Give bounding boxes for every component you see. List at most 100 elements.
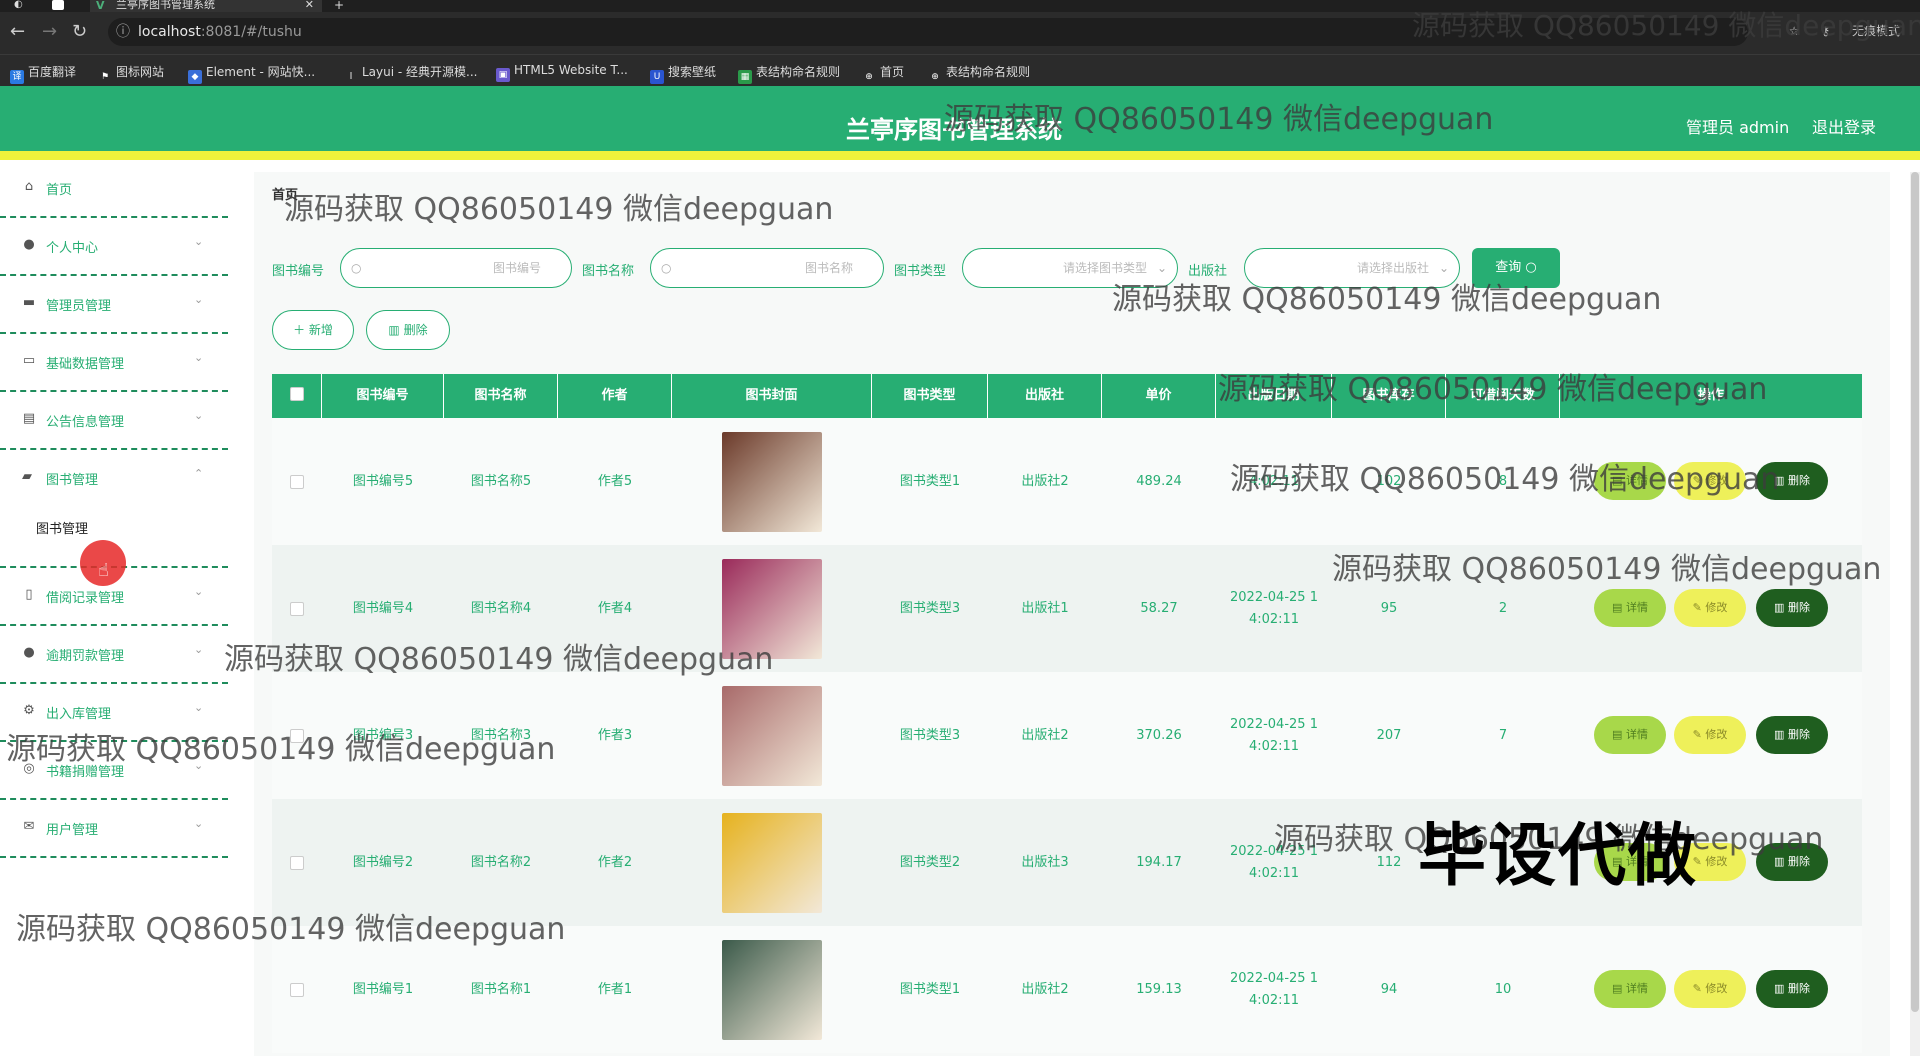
- cell-price: 159.13: [1136, 981, 1182, 997]
- sidebar-item-basic-data[interactable]: ▭ 基础数据管理 ⌄: [0, 334, 228, 392]
- bookmark-item[interactable]: ⊕ 表结构命名规则: [928, 63, 1030, 84]
- row-delete-button[interactable]: ▥ 删除: [1756, 589, 1828, 627]
- settings-icon: ⚙: [23, 703, 35, 718]
- edit-icon: ✎: [1692, 982, 1702, 995]
- forward-icon[interactable]: →: [42, 22, 57, 42]
- doc-icon: ▤: [1612, 601, 1623, 614]
- sidebar-item-notice[interactable]: ▤ 公告信息管理 ⌄: [0, 392, 228, 450]
- bookmark-item[interactable]: ⊕ 首页: [862, 63, 904, 84]
- bookmark-item[interactable]: ▦ 表结构命名规则: [738, 63, 840, 84]
- cell-cover: [672, 926, 872, 1053]
- watermark-text: 源码获取 QQ86050149 微信deepguan: [284, 192, 834, 227]
- layui-icon: ⅼ: [349, 72, 353, 82]
- cell-author: 作者1: [597, 981, 633, 997]
- cell-author: 作者2: [597, 854, 633, 870]
- sidebar-item-profile[interactable]: ● 个人中心 ⌄: [0, 218, 228, 276]
- translate-icon: 译: [10, 70, 24, 84]
- bookmark-item[interactable]: ⅼ Layui - 经典开源模...: [344, 63, 478, 84]
- chevron-down-icon: ⌄: [194, 585, 204, 598]
- tab-title: 兰亭序图书管理系统: [116, 0, 215, 11]
- browser-menu-icon[interactable]: ◐: [14, 0, 26, 10]
- doc-icon: ▤: [1612, 982, 1623, 995]
- row-delete-button[interactable]: ▥ 删除: [1756, 970, 1828, 1008]
- cell-book-name: 图书名称5: [470, 473, 532, 489]
- add-button[interactable]: ＋ 新增: [272, 310, 354, 350]
- cell-book-no: 图书编号5: [352, 473, 414, 489]
- cell-price: 489.24: [1136, 473, 1182, 489]
- detail-button[interactable]: ▤ 详情: [1594, 970, 1666, 1008]
- watermark-text: 源码获取 QQ86050149 微信deepguan: [1412, 9, 1920, 42]
- watermark-text: 源码获取 QQ86050149 微信deepguan: [6, 732, 556, 767]
- element-icon: ◆: [188, 70, 202, 84]
- cell-type: 图书类型2: [899, 854, 961, 870]
- close-tab-icon[interactable]: ✕: [305, 0, 314, 10]
- cell-author: 作者5: [597, 473, 633, 489]
- trash-icon: ▥: [1774, 728, 1785, 741]
- new-tab-button[interactable]: +: [334, 0, 344, 11]
- cell-cover: [672, 799, 872, 926]
- sidebar-item-home[interactable]: ⌂ 首页: [0, 160, 228, 218]
- watermark-text: 源码获取 QQ86050149 微信deepguan: [1332, 552, 1882, 587]
- cell-type: 图书类型1: [899, 473, 961, 489]
- sidebar-item-admin[interactable]: ▬ 管理员管理 ⌄: [0, 276, 228, 334]
- book-cover-image: [722, 685, 822, 786]
- select-all-checkbox[interactable]: [272, 374, 322, 418]
- chevron-down-icon: ⌄: [194, 701, 204, 714]
- trash-icon: ▥: [388, 323, 400, 337]
- row-delete-button[interactable]: ▥ 删除: [1756, 716, 1828, 754]
- book-type-label: 图书类型: [894, 264, 947, 279]
- scrollbar-thumb[interactable]: [1911, 172, 1919, 1012]
- book-no-label: 图书编号: [272, 264, 325, 279]
- mail-icon: ✉: [23, 819, 35, 834]
- edit-icon: ✎: [1692, 601, 1702, 614]
- trash-icon: ▥: [1774, 982, 1785, 995]
- cell-date: 2022-04-25 1 4:02:11: [1230, 970, 1318, 1008]
- delete-button[interactable]: ▥ 删除: [366, 310, 450, 350]
- cell-cover: [672, 672, 872, 799]
- row-checkbox[interactable]: [272, 418, 322, 545]
- cell-type: 图书类型1: [899, 981, 961, 997]
- edit-button[interactable]: ✎ 修改: [1674, 716, 1746, 754]
- cell-days: 10: [1494, 981, 1512, 997]
- col-author: 作者: [558, 374, 672, 418]
- monitor-icon: ▬: [22, 295, 36, 310]
- col-book-no: 图书编号: [322, 374, 444, 418]
- cell-days: 7: [1498, 727, 1508, 743]
- book-name-input[interactable]: ○ 图书名称: [650, 248, 884, 288]
- back-icon[interactable]: ←: [10, 22, 25, 42]
- watermark-big-text: 毕设代做: [1418, 817, 1699, 896]
- globe-icon: ⊕: [865, 72, 873, 82]
- reload-icon[interactable]: ↻: [72, 22, 87, 42]
- sidebar-subitem-books[interactable]: 图书管理: [36, 518, 88, 537]
- logout-link[interactable]: 退出登录: [1812, 114, 1876, 138]
- detail-button[interactable]: ▤ 详情: [1594, 716, 1666, 754]
- bookmark-item[interactable]: U 搜索壁纸: [650, 63, 716, 84]
- bookmark-item[interactable]: ◆ Element - 网站快...: [188, 63, 315, 84]
- bookmark-item[interactable]: ▣ HTML5 Website T...: [496, 63, 628, 82]
- col-type: 图书类型: [872, 374, 988, 418]
- trash-icon: ▥: [1774, 601, 1785, 614]
- book-cover-image: [722, 939, 822, 1040]
- info-icon: ⓘ: [116, 24, 130, 40]
- cell-publisher: 出版社2: [1021, 473, 1069, 489]
- edit-button[interactable]: ✎ 修改: [1674, 589, 1746, 627]
- scrollbar[interactable]: [1910, 172, 1920, 1056]
- cell-price: 58.27: [1140, 600, 1178, 616]
- chevron-down-icon: ⌄: [194, 351, 204, 364]
- edit-button[interactable]: ✎ 修改: [1674, 970, 1746, 1008]
- message-icon: ▰: [22, 469, 32, 484]
- bookmark-item[interactable]: ⚑ 图标网站: [98, 63, 164, 84]
- sidebar-item-users[interactable]: ✉ 用户管理 ⌄: [0, 800, 228, 858]
- bookmark-item[interactable]: 译百度翻译: [10, 63, 76, 84]
- watermark-text: 源码获取 QQ86050149 微信deepguan: [1218, 372, 1768, 407]
- sidebar-item-fines[interactable]: ● 逾期罚款管理 ⌄: [0, 626, 228, 684]
- browser-tab[interactable]: V 兰亭序图书管理系统 ✕: [90, 0, 322, 12]
- vue-icon: V: [96, 0, 105, 12]
- book-no-input[interactable]: ○ 图书编号: [340, 248, 572, 288]
- watermark-text: 源码获取 QQ86050149 微信deepguan: [1230, 462, 1780, 497]
- col-price: 单价: [1102, 374, 1216, 418]
- cell-type: 图书类型3: [899, 727, 961, 743]
- chevron-up-icon: ⌃: [194, 467, 204, 480]
- book-cover-image: [722, 431, 822, 532]
- detail-button[interactable]: ▤ 详情: [1594, 589, 1666, 627]
